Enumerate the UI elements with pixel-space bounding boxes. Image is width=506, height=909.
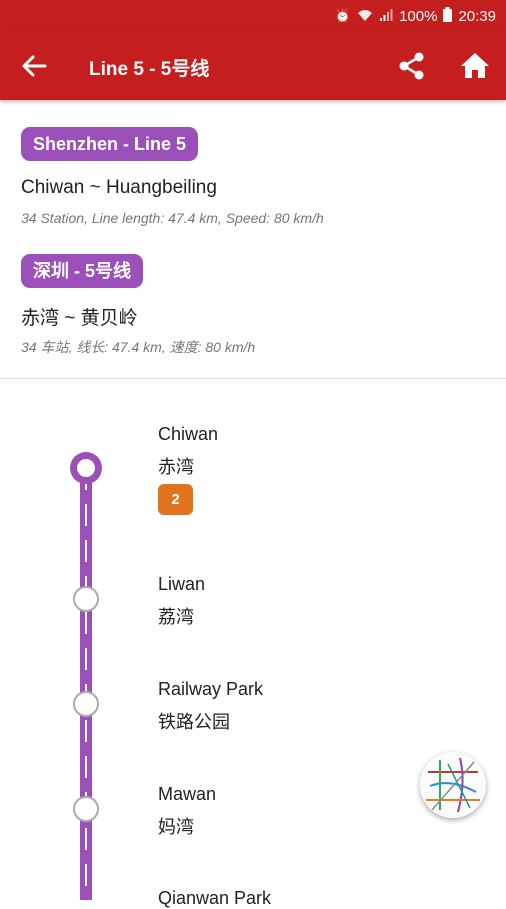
station-marker xyxy=(73,586,99,612)
station-name-cn: 荔湾 xyxy=(158,607,194,627)
station-name-en[interactable]: Liwan xyxy=(158,574,205,595)
clock: 20:39 xyxy=(458,7,496,25)
home-icon xyxy=(461,53,489,78)
status-bar: ⏰ 100% 20:39 xyxy=(0,0,506,32)
home-button[interactable] xyxy=(458,50,492,82)
line-badge-en: Shenzhen - Line 5 xyxy=(21,127,199,161)
line-route-cn: 赤湾 ~ 黄贝岭 xyxy=(21,308,138,329)
arrow-left-icon xyxy=(22,55,47,77)
line-meta-cn: 34 车站, 线长: 47.4 km, 速度: 80 km/h xyxy=(21,339,256,355)
station-name-en[interactable]: Chiwan xyxy=(158,424,218,445)
station-name-cn: 妈湾 xyxy=(158,817,194,837)
metro-map-icon xyxy=(420,752,486,818)
share-button[interactable] xyxy=(396,50,428,82)
page-title: Line 5 - 5号线 xyxy=(89,59,210,80)
back-button[interactable] xyxy=(18,50,50,82)
line-route-en: Chiwan ~ Huangbeiling xyxy=(21,177,217,198)
metro-map-button[interactable] xyxy=(420,752,486,818)
station-name-cn: 铁路公园 xyxy=(158,712,230,732)
route-line-graphic xyxy=(70,452,102,900)
line-meta-en: 34 Station, Line length: 47.4 km, Speed:… xyxy=(21,210,324,226)
wifi-icon xyxy=(357,8,373,25)
station-name-en[interactable]: Railway Park xyxy=(158,679,263,700)
line-badge-cn: 深圳 - 5号线 xyxy=(21,254,144,288)
share-icon xyxy=(399,52,424,80)
station-marker xyxy=(73,691,99,717)
station-marker xyxy=(73,796,99,822)
alarm-icon: ⏰ xyxy=(334,8,352,23)
signal-icon xyxy=(379,8,393,25)
station-name-en[interactable]: Qianwan Park xyxy=(158,888,271,909)
battery-icon xyxy=(443,7,453,25)
station-name-cn: 赤湾 xyxy=(158,457,194,477)
transfer-badge[interactable]: 2 xyxy=(158,484,193,515)
battery-percent: 100% xyxy=(399,7,438,25)
station-name-en[interactable]: Mawan xyxy=(158,784,216,805)
app-bar: Line 5 - 5号线 xyxy=(0,32,506,100)
